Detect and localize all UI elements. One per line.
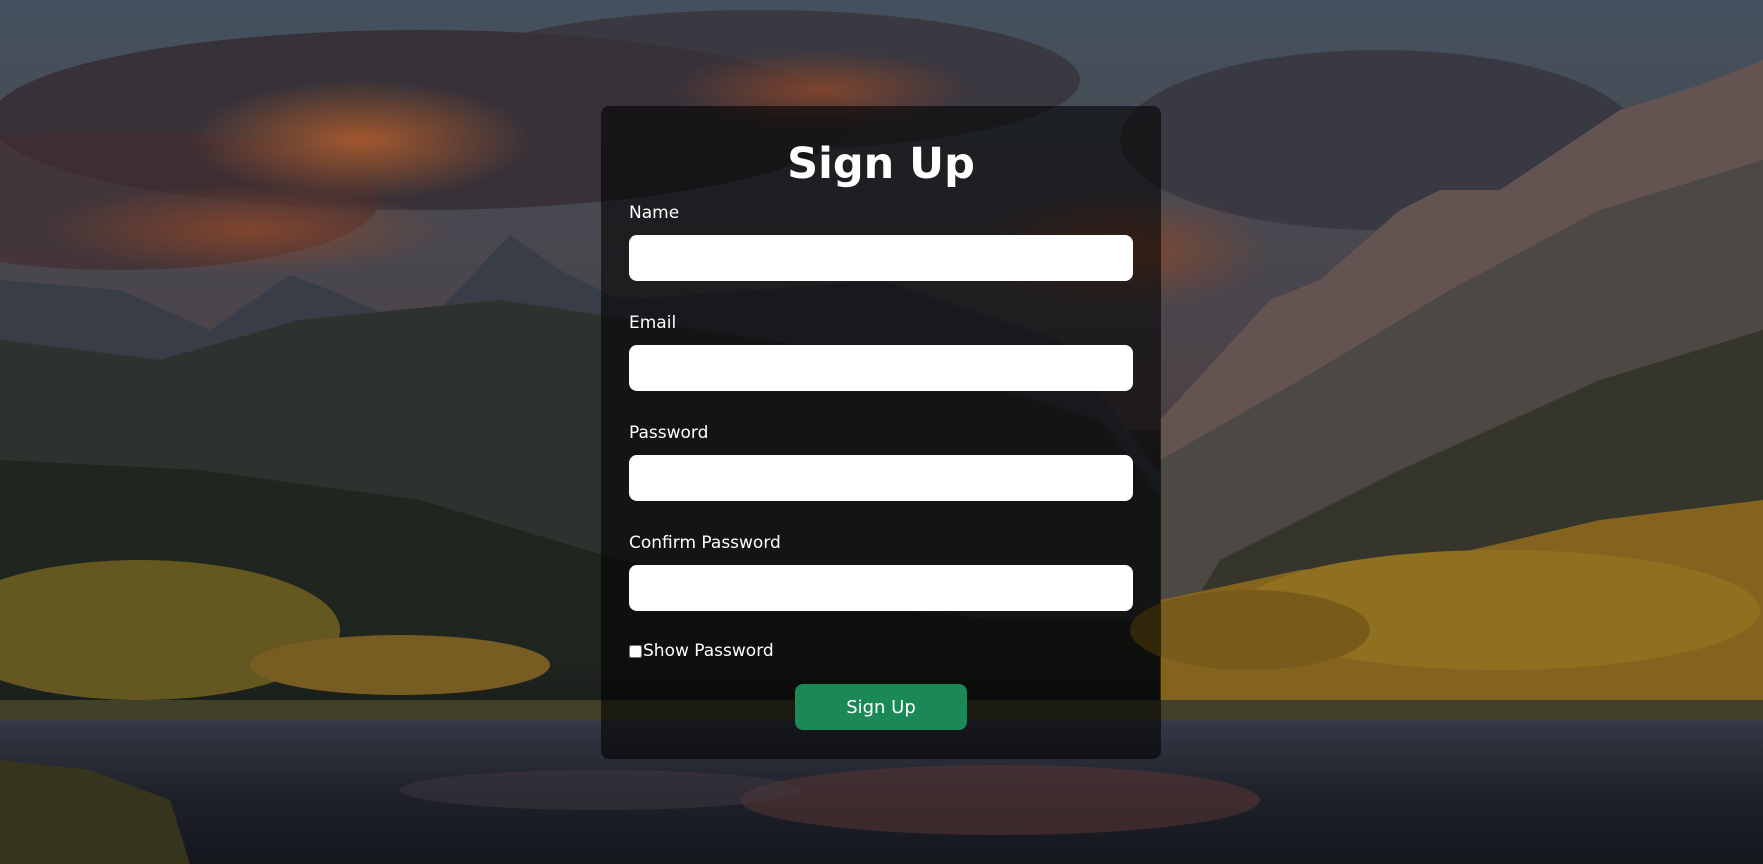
background-image: Sign Up Name Email Password Confirm Pass… — [0, 0, 1763, 864]
show-password-label: Show Password — [643, 641, 774, 661]
sign-up-button[interactable]: Sign Up — [795, 684, 967, 730]
email-label: Email — [629, 313, 677, 333]
confirm-password-input[interactable] — [629, 565, 1133, 611]
email-input[interactable] — [629, 345, 1133, 391]
form-title: Sign Up — [787, 139, 975, 189]
show-password-checkbox[interactable] — [629, 644, 642, 658]
email-field-group: Email — [629, 313, 1133, 391]
show-password-row: Show Password — [629, 641, 774, 661]
name-label: Name — [629, 203, 680, 223]
name-field-group: Name — [629, 203, 1133, 281]
signup-form: Sign Up Name Email Password Confirm Pass… — [601, 106, 1161, 759]
password-field-group: Password — [629, 423, 1133, 501]
name-input[interactable] — [629, 235, 1133, 281]
password-label: Password — [629, 423, 709, 443]
confirm-password-field-group: Confirm Password — [629, 533, 1133, 611]
confirm-password-label: Confirm Password — [629, 533, 781, 553]
password-input[interactable] — [629, 455, 1133, 501]
